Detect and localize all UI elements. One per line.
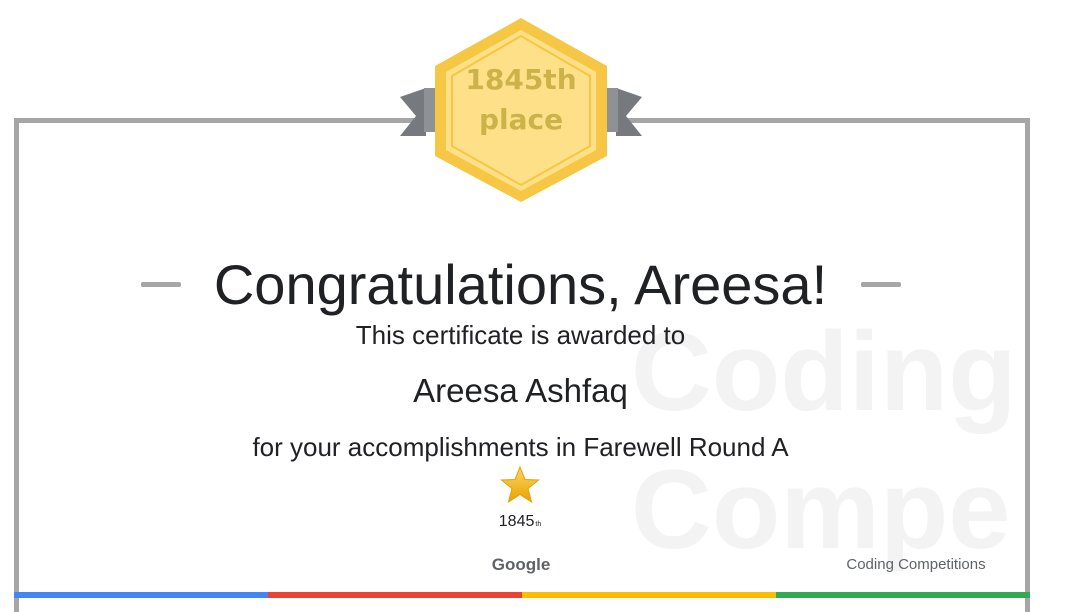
rank-suffix: th bbox=[535, 521, 542, 528]
rank-label: 1845th bbox=[470, 512, 570, 535]
stripe-blue bbox=[14, 592, 268, 598]
stripe-red bbox=[268, 592, 522, 598]
badge-place-word: place bbox=[478, 103, 564, 136]
accomplishment-text: for your accomplishments in Farewell Rou… bbox=[252, 432, 789, 462]
badge-text: 1845th place bbox=[442, 60, 600, 140]
google-logo: Google bbox=[491, 555, 551, 574]
title-dash-right bbox=[861, 282, 901, 287]
coding-competitions-label: Coding Competitions bbox=[846, 556, 986, 573]
stripe-yellow bbox=[522, 592, 776, 598]
title-row: Congratulations, Areesa! bbox=[0, 250, 1041, 320]
recipient-name: Areesa Ashfaq bbox=[413, 372, 628, 409]
title-dash-left bbox=[141, 282, 181, 287]
awarded-text: This certificate is awarded to bbox=[355, 320, 686, 350]
google-color-stripe bbox=[14, 592, 1030, 598]
rank-number: 1845 bbox=[498, 513, 535, 530]
certificate-page: Coding Compe 1845th place Congratulation… bbox=[0, 0, 1071, 612]
congratulations-title: Congratulations, Areesa! bbox=[213, 253, 828, 316]
badge-place-number: 1845th bbox=[465, 63, 577, 96]
place-badge: 1845th place bbox=[398, 14, 644, 206]
stripe-green bbox=[776, 592, 1030, 598]
star-icon bbox=[500, 465, 540, 504]
